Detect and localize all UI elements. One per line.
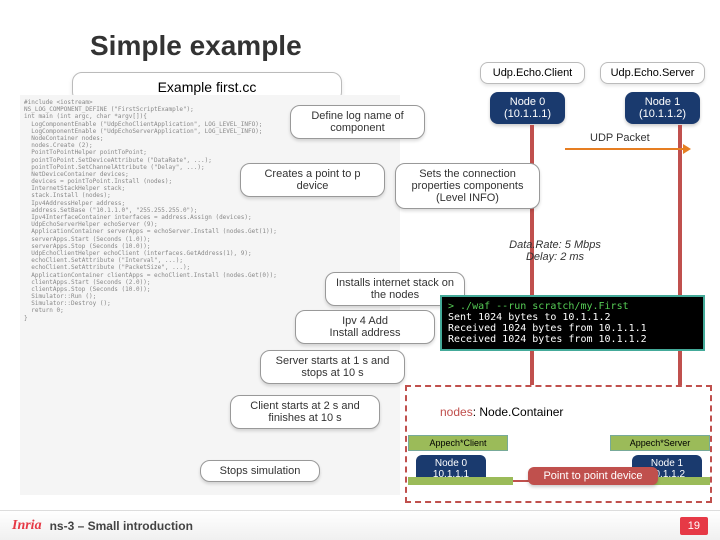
terminal-line: Received 1024 bytes from 10.1.1.2 bbox=[448, 334, 697, 345]
callout-set-connection: Sets the connection properties component… bbox=[395, 163, 540, 209]
nodes-container-label: nodes: Node.Container bbox=[440, 405, 563, 419]
bottom-diagram: Appech*Client Appech*Server Node 0 10.1.… bbox=[408, 435, 710, 500]
ptp-label: Point to point device bbox=[528, 467, 658, 485]
callout-ipv4: Ipv 4 Add Install address bbox=[295, 310, 435, 344]
page-number: 19 bbox=[680, 517, 708, 535]
node0-top: Node 0 (10.1.1.1) bbox=[490, 92, 565, 124]
appech-client-box: Appech*Client bbox=[408, 435, 508, 451]
callout-client: Client starts at 2 s and finishes at 10 … bbox=[230, 395, 380, 429]
terminal-prompt: > ./waf --run scratch/my.First bbox=[448, 301, 629, 312]
callout-datarate: Data.Rate: 5 Mbps Delay: 2 ms bbox=[490, 235, 620, 267]
nodes-container-type: : Node.Container bbox=[473, 405, 564, 419]
nodes-word: nodes bbox=[440, 405, 473, 419]
callout-stops: Stops simulation bbox=[200, 460, 320, 482]
callout-creates-device: Creates a point to p device bbox=[240, 163, 385, 197]
terminal-output: > ./waf --run scratch/my.First Sent 1024… bbox=[440, 295, 705, 351]
udp-server-label: Udp.Echo.Server bbox=[600, 62, 705, 84]
udp-client-label: Udp.Echo.Client bbox=[480, 62, 585, 84]
callout-define-log: Define log name of component bbox=[290, 105, 425, 139]
node1-top: Node 1 (10.1.1.2) bbox=[625, 92, 700, 124]
terminal-line: Received 1024 bytes from 10.1.1.1 bbox=[448, 323, 697, 334]
appech-server-box: Appech*Server bbox=[610, 435, 710, 451]
inria-logo: Inria bbox=[12, 518, 42, 534]
footer: Inria ns-3 – Small introduction 19 bbox=[0, 510, 720, 540]
terminal-line: Sent 1024 bytes to 10.1.1.2 bbox=[448, 312, 697, 323]
slide-title: Simple example bbox=[90, 30, 302, 62]
udp-packet-label: UDP Packet bbox=[590, 132, 650, 144]
green-strip bbox=[408, 477, 513, 485]
udp-arrow bbox=[565, 148, 685, 150]
callout-server: Server starts at 1 s and stops at 10 s bbox=[260, 350, 405, 384]
footer-title: ns-3 – Small introduction bbox=[50, 519, 193, 533]
